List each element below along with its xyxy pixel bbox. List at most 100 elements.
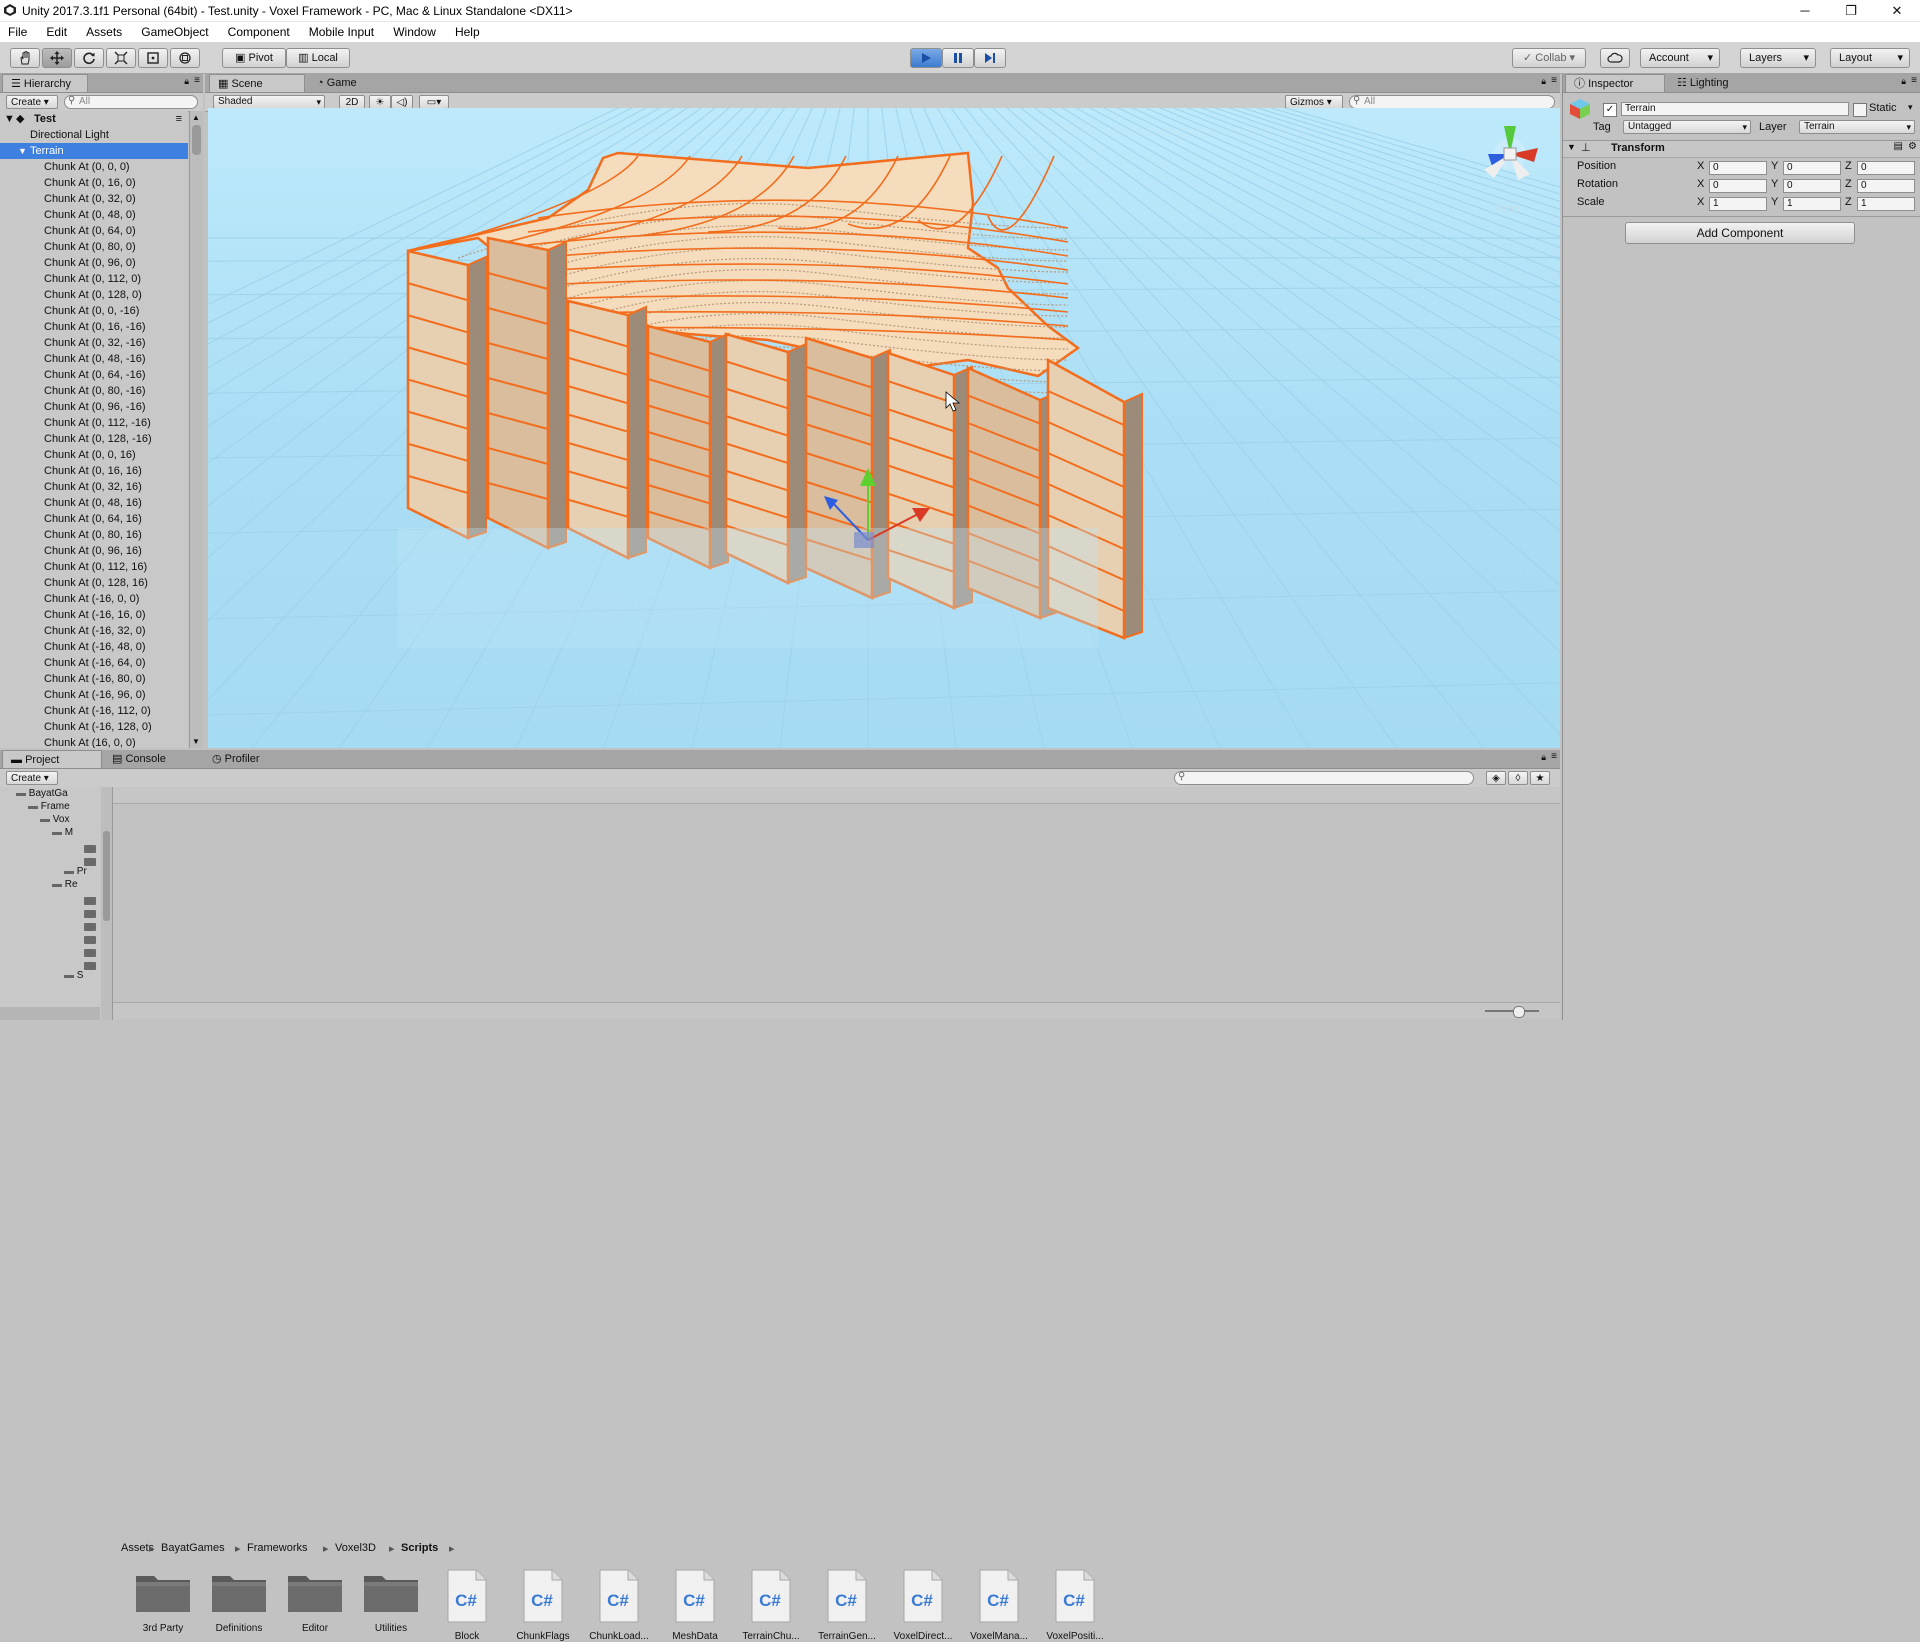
tab-inspector[interactable]: ⓘ Inspector — [1565, 74, 1665, 92]
hierarchy-item-chunk[interactable]: Chunk At (0, 64, 16) — [0, 511, 188, 527]
asset-script[interactable]: C# ChunkFlags — [508, 1568, 578, 1642]
hierarchy-item-chunk[interactable]: Chunk At (0, 48, 0) — [0, 207, 188, 223]
transform-header[interactable]: ▼ ⊥ Transform ▤ ⚙ — [1563, 140, 1920, 158]
move-tool-button[interactable] — [42, 48, 72, 68]
hierarchy-item-chunk[interactable]: Chunk At (0, 64, 0) — [0, 223, 188, 239]
scene-search-input[interactable]: All — [1349, 95, 1555, 109]
tab-profiler[interactable]: ◷ Profiler — [204, 750, 284, 768]
close-button[interactable]: ✕ — [1874, 0, 1920, 22]
folder-icon[interactable] — [84, 962, 96, 970]
hierarchy-item-chunk[interactable]: Chunk At (-16, 16, 0) — [0, 607, 188, 623]
hierarchy-create-button[interactable]: Create ▾ — [6, 95, 58, 109]
hierarchy-item-chunk[interactable]: Chunk At (0, 32, -16) — [0, 335, 188, 351]
hierarchy-item-chunk[interactable]: Chunk At (-16, 96, 0) — [0, 687, 188, 703]
hierarchy-item-chunk[interactable]: Chunk At (0, 16, -16) — [0, 319, 188, 335]
hierarchy-item-chunk[interactable]: Chunk At (0, 16, 16) — [0, 463, 188, 479]
hierarchy-item-chunk[interactable]: Chunk At (0, 32, 16) — [0, 479, 188, 495]
scale-z-field[interactable]: 1 — [1857, 197, 1915, 211]
scale-axis-z-label[interactable]: Z — [1845, 196, 1852, 208]
hierarchy-item-chunk[interactable]: Chunk At (0, 80, 16) — [0, 527, 188, 543]
asset-script[interactable]: C# Block — [432, 1568, 502, 1642]
collab-button[interactable]: ✓ Collab ▾ — [1512, 48, 1586, 68]
asset-script[interactable]: C# VoxelPositi... — [1040, 1568, 1110, 1642]
tab-console[interactable]: ▤ Console — [104, 750, 200, 768]
folder-tree-item[interactable]: ▬ Vox — [40, 813, 69, 826]
project-create-button[interactable]: Create ▾ — [6, 771, 58, 785]
scale-axis-y-label[interactable]: Y — [1771, 196, 1778, 208]
rotate-tool-button[interactable] — [74, 48, 104, 68]
asset-script[interactable]: C# MeshData — [660, 1568, 730, 1642]
add-component-button[interactable]: Add Component — [1625, 222, 1855, 244]
transform-tool-button[interactable] — [170, 48, 200, 68]
rotation-z-field[interactable]: 0 — [1857, 179, 1915, 193]
scale-axis-x-label[interactable]: X — [1697, 196, 1704, 208]
asset-folder[interactable]: Definitions — [204, 1568, 274, 1634]
position-axis-x-label[interactable]: X — [1697, 160, 1704, 172]
hierarchy-scene-row[interactable]: ▼ ◆ Test ≡ — [0, 111, 188, 127]
step-button[interactable] — [974, 48, 1006, 68]
folder-icon[interactable] — [84, 910, 96, 918]
scene-menu-icon[interactable]: ≡ — [176, 111, 182, 127]
layer-dropdown[interactable]: Terrain — [1799, 120, 1915, 134]
hierarchy-item-chunk[interactable]: Chunk At (0, 80, 0) — [0, 239, 188, 255]
terrain-voxel-render[interactable]: Persp — [208, 108, 1560, 748]
hierarchy-item-chunk[interactable]: Chunk At (0, 96, 0) — [0, 255, 188, 271]
maximize-button[interactable]: ❐ — [1828, 0, 1874, 22]
folder-tree-item[interactable]: ▬ Re — [52, 878, 78, 891]
hierarchy-item-chunk[interactable]: Chunk At (0, 80, -16) — [0, 383, 188, 399]
hierarchy-item-chunk[interactable]: Chunk At (0, 0, 0) — [0, 159, 188, 175]
play-button[interactable] — [910, 48, 942, 68]
rect-tool-button[interactable] — [138, 48, 168, 68]
local-toggle[interactable]: ▥ Local — [286, 48, 350, 68]
hand-tool-button[interactable] — [10, 48, 40, 68]
position-x-field[interactable]: 0 — [1709, 161, 1767, 175]
hierarchy-item-chunk[interactable]: Chunk At (0, 48, 16) — [0, 495, 188, 511]
menu-component[interactable]: Component — [220, 22, 298, 42]
tree-scroll-thumb[interactable] — [103, 831, 110, 921]
folder-icon[interactable] — [84, 949, 96, 957]
tree-selected-row[interactable] — [0, 1007, 100, 1020]
hierarchy-item-chunk[interactable]: Chunk At (-16, 112, 0) — [0, 703, 188, 719]
hierarchy-item-chunk[interactable]: Chunk At (-16, 32, 0) — [0, 623, 188, 639]
menu-mobile-input[interactable]: Mobile Input — [301, 22, 382, 42]
hierarchy-item-chunk[interactable]: Chunk At (0, 128, 16) — [0, 575, 188, 591]
rotation-axis-z-label[interactable]: Z — [1845, 178, 1852, 190]
asset-folder[interactable]: 3rd Party — [128, 1568, 198, 1634]
hierarchy-scroll-thumb[interactable] — [192, 125, 201, 155]
folder-icon[interactable] — [84, 858, 96, 866]
panel-menu-icon[interactable]: ≡ — [1551, 751, 1557, 762]
hierarchy-item-directional-light[interactable]: Directional Light — [0, 127, 188, 143]
rotation-axis-x-label[interactable]: X — [1697, 178, 1704, 190]
folder-tree-item[interactable]: ▬ M — [52, 826, 73, 839]
menu-help[interactable]: Help — [447, 22, 488, 42]
minimize-button[interactable]: ─ — [1782, 0, 1828, 22]
hierarchy-item-chunk[interactable]: Chunk At (0, 48, -16) — [0, 351, 188, 367]
gizmos-dropdown[interactable]: Gizmos ▾ — [1285, 95, 1343, 109]
terrain-mesh[interactable] — [398, 151, 1143, 648]
folder-tree-item[interactable]: ▬ Frame — [28, 800, 70, 813]
rotation-x-field[interactable]: 0 — [1709, 179, 1767, 193]
scroll-up-icon[interactable]: ▲ — [192, 113, 200, 122]
hierarchy-scrollbar[interactable]: ▲ ▼ — [189, 111, 203, 748]
lock-icon[interactable]: 🔒︎ — [1541, 76, 1546, 87]
gear-icon[interactable]: ⚙ — [1908, 141, 1917, 152]
scene-viewport[interactable]: Persp — [208, 108, 1560, 748]
filter-type-button[interactable]: ◈ — [1486, 771, 1506, 785]
filter-label-button[interactable]: ◊ — [1508, 771, 1528, 785]
hierarchy-item-chunk[interactable]: Chunk At (-16, 48, 0) — [0, 639, 188, 655]
mode-2d-toggle[interactable]: 2D — [339, 95, 365, 109]
hierarchy-item-chunk[interactable]: Chunk At (-16, 80, 0) — [0, 671, 188, 687]
hierarchy-item-chunk[interactable]: Chunk At (0, 16, 0) — [0, 175, 188, 191]
asset-folder[interactable]: Utilities — [356, 1568, 426, 1634]
tab-scene[interactable]: ▦ Scene — [209, 74, 305, 92]
tag-dropdown[interactable]: Untagged — [1623, 120, 1751, 134]
menu-edit[interactable]: Edit — [38, 22, 75, 42]
static-checkbox[interactable] — [1853, 103, 1867, 117]
menu-file[interactable]: File — [0, 22, 35, 42]
folder-icon[interactable] — [84, 936, 96, 944]
scale-tool-button[interactable] — [106, 48, 136, 68]
project-search-input[interactable] — [1174, 771, 1474, 785]
breadcrumb-item[interactable]: Scripts — [401, 1542, 438, 1554]
position-axis-y-label[interactable]: Y — [1771, 160, 1778, 172]
hierarchy-item-chunk[interactable]: Chunk At (0, 128, 0) — [0, 287, 188, 303]
